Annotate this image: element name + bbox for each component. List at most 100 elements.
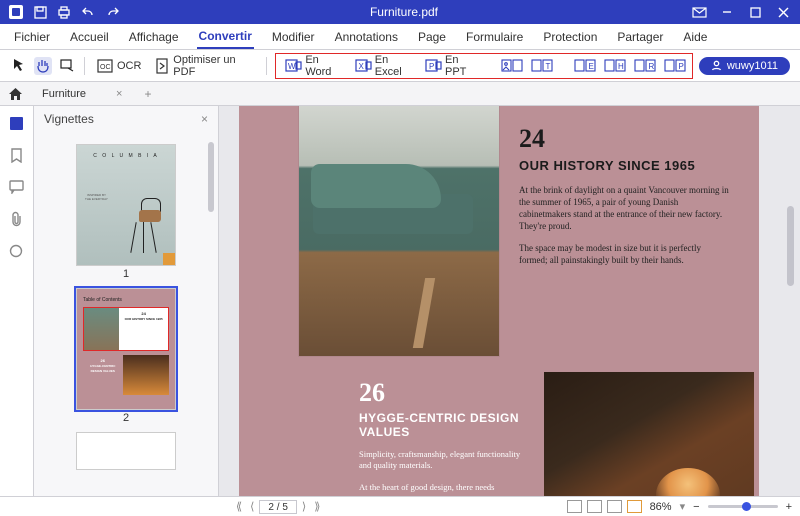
view-grid-icon[interactable] — [627, 500, 642, 513]
close-icon[interactable] — [772, 3, 794, 21]
to-rtf-icon[interactable]: R — [634, 57, 656, 75]
menu-formulaire[interactable]: Formulaire — [464, 26, 525, 48]
toolbar: OC OCR Optimiser un PDF W En Word X En E… — [0, 50, 800, 82]
section-24-number: 24 — [519, 124, 729, 154]
mail-icon[interactable] — [688, 3, 710, 21]
save-icon[interactable] — [32, 4, 48, 20]
section-26: 26 HYGGE-CENTRIC DESIGN VALUES Simplicit… — [359, 378, 529, 493]
to-excel-label: En Excel — [375, 54, 411, 78]
menu-modifier[interactable]: Modifier — [270, 26, 317, 48]
ocr-button[interactable]: OC OCR — [93, 55, 144, 77]
compress-icon — [153, 57, 170, 75]
bookmarks-rail-icon[interactable] — [8, 146, 26, 164]
view-mode-icons — [567, 500, 642, 513]
minimize-icon[interactable] — [716, 3, 738, 21]
menu-partager[interactable]: Partager — [615, 26, 665, 48]
app-logo-icon — [8, 4, 24, 20]
zoom-slider[interactable] — [708, 505, 778, 508]
thumb-page-2[interactable]: Table of Contents 24OUR HISTORY SINCE 19… — [76, 288, 176, 410]
print-icon[interactable] — [56, 4, 72, 20]
menu-affichage[interactable]: Affichage — [127, 26, 181, 48]
undo-icon[interactable] — [80, 4, 96, 20]
section-24-heading: OUR HISTORY SINCE 1965 — [519, 158, 729, 174]
section-24: 24 OUR HISTORY SINCE 1965 At the brink o… — [519, 124, 729, 266]
select-tool-icon[interactable] — [58, 57, 76, 75]
page-next-icon[interactable]: ⟩ — [299, 500, 309, 513]
maximize-icon[interactable] — [744, 3, 766, 21]
to-excel-button[interactable]: X En Excel — [352, 52, 414, 80]
zoom-dropdown-icon[interactable]: ▾ — [680, 500, 686, 513]
tab-strip: Furniture × + — [0, 82, 800, 106]
pointer-tool-icon[interactable] — [10, 57, 28, 75]
view-facing-icon[interactable] — [607, 500, 622, 513]
new-tab-button[interactable]: + — [138, 85, 157, 103]
user-pill[interactable]: wuwy1011 — [699, 57, 790, 75]
main-area: Vignettes × C O L U M B I A INSPIRED BYT… — [0, 106, 800, 496]
doc-scrollbar[interactable] — [787, 206, 794, 286]
svg-text:P: P — [429, 62, 434, 71]
hand-tool-icon[interactable] — [34, 57, 52, 75]
page-prev-icon[interactable]: ⟨ — [247, 500, 257, 513]
menu-aide[interactable]: Aide — [681, 26, 709, 48]
tab-furniture[interactable]: Furniture × — [36, 86, 128, 102]
zoom-out-icon[interactable]: − — [693, 501, 699, 513]
thumb1-brand: C O L U M B I A — [77, 153, 175, 159]
to-text-icon[interactable]: T — [531, 57, 553, 75]
to-ppt-button[interactable]: P En PPT — [422, 52, 479, 80]
to-ppt-label: En PPT — [445, 54, 476, 78]
view-continuous-icon[interactable] — [587, 500, 602, 513]
to-word-button[interactable]: W En Word — [282, 52, 343, 80]
window-title: Furniture.pdf — [120, 5, 688, 19]
left-rail — [0, 106, 34, 496]
view-single-icon[interactable] — [567, 500, 582, 513]
attachments-rail-icon[interactable] — [8, 210, 26, 228]
section-26-p1: Simplicity, craftsmanship, elegant funct… — [359, 449, 529, 472]
user-name: wuwy1011 — [727, 60, 778, 72]
menu-annotations[interactable]: Annotations — [333, 26, 400, 48]
redo-icon[interactable] — [104, 4, 120, 20]
to-html-icon[interactable]: H — [604, 57, 626, 75]
zoom-in-icon[interactable]: + — [786, 501, 792, 513]
thumb-page-1[interactable]: C O L U M B I A INSPIRED BYTHE EVERYDAY — [76, 144, 176, 266]
to-word-label: En Word — [305, 54, 340, 78]
thumb-scrollbar[interactable] — [208, 142, 214, 212]
tab-close-icon[interactable]: × — [116, 88, 122, 100]
optimize-button[interactable]: Optimiser un PDF — [150, 52, 258, 80]
thumb-label-1: 1 — [34, 268, 218, 280]
document-view[interactable]: 24 OUR HISTORY SINCE 1965 At the brink o… — [219, 106, 800, 496]
menu-page[interactable]: Page — [416, 26, 448, 48]
menu-fichier[interactable]: Fichier — [12, 26, 52, 48]
comments-rail-icon[interactable] — [8, 178, 26, 196]
svg-text:P: P — [678, 62, 683, 71]
section-26-heading: HYGGE-CENTRIC DESIGN VALUES — [359, 411, 529, 439]
menu-convertir[interactable]: Convertir — [197, 25, 254, 49]
page-indicator[interactable]: 2 / 5 — [259, 500, 296, 514]
excel-icon: X — [355, 57, 372, 75]
search-rail-icon[interactable] — [8, 242, 26, 260]
svg-text:X: X — [358, 62, 364, 71]
svg-text:H: H — [618, 62, 624, 71]
thumbnails-panel: Vignettes × C O L U M B I A INSPIRED BYT… — [34, 106, 219, 496]
word-icon: W — [285, 57, 302, 75]
page-last-icon[interactable]: ⟫ — [311, 500, 323, 513]
menu-protection[interactable]: Protection — [541, 26, 599, 48]
svg-text:R: R — [648, 62, 654, 71]
ppt-icon: P — [425, 57, 442, 75]
menu-accueil[interactable]: Accueil — [68, 26, 111, 48]
to-epub-icon[interactable]: E — [574, 57, 596, 75]
to-pdfa-icon[interactable]: P — [664, 57, 686, 75]
panel-close-icon[interactable]: × — [201, 112, 208, 126]
status-bar: ⟪ ⟨ 2 / 5 ⟩ ⟫ 86% ▾ − + — [0, 496, 800, 516]
to-image-icon[interactable] — [501, 57, 523, 75]
panel-title: Vignettes — [44, 112, 94, 126]
zoom-value: 86% — [650, 501, 672, 513]
thumbnails-rail-icon[interactable] — [8, 114, 26, 132]
titlebar: Furniture.pdf — [0, 0, 800, 24]
ocr-label: OCR — [117, 60, 141, 72]
page-first-icon[interactable]: ⟪ — [233, 500, 245, 513]
thumb-page-3[interactable] — [76, 432, 176, 470]
svg-text:E: E — [588, 62, 593, 71]
home-tab-icon[interactable] — [8, 87, 26, 101]
ocr-icon: OC — [96, 57, 114, 75]
section-24-p1: At the brink of daylight on a quaint Van… — [519, 184, 729, 233]
